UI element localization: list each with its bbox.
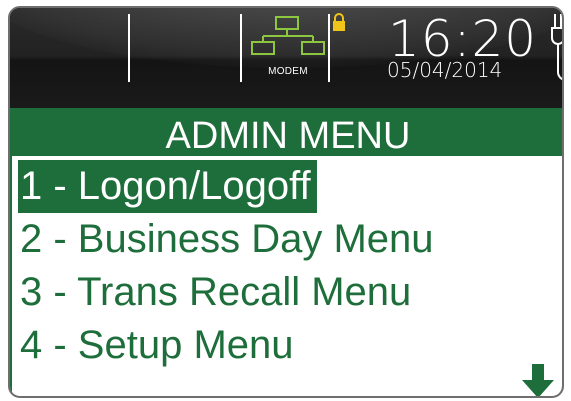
modem-label: MODEM	[268, 66, 308, 77]
menu-item-setup[interactable]: 4 - Setup Menu	[18, 319, 300, 372]
status-divider	[128, 14, 130, 82]
down-arrow-icon[interactable]	[522, 364, 554, 398]
status-bar: MODEM 16:20 05/04/2014	[10, 8, 562, 108]
status-divider	[240, 14, 242, 82]
status-divider	[328, 14, 330, 82]
menu-item-trans-recall[interactable]: 3 - Trans Recall Menu	[18, 266, 417, 319]
power-plug-icon	[551, 14, 562, 81]
network-icon	[251, 16, 325, 55]
menu-item-business-day[interactable]: 2 - Business Day Menu	[18, 213, 440, 266]
clock-date: 05/04/2014	[387, 58, 503, 82]
menu-list: 1 - Logon/Logoff 2 - Business Day Menu 3…	[18, 160, 548, 372]
lock-icon	[333, 13, 345, 31]
menu-title: ADMIN MENU	[12, 108, 562, 157]
terminal-screen: MODEM 16:20 05/04/2014 ADMIN MENU 1 - Lo…	[8, 6, 564, 398]
admin-menu-panel: ADMIN MENU 1 - Logon/Logoff 2 - Business…	[10, 108, 562, 398]
menu-item-logon-logoff[interactable]: 1 - Logon/Logoff	[18, 160, 317, 213]
modem-status: MODEM	[248, 14, 328, 86]
